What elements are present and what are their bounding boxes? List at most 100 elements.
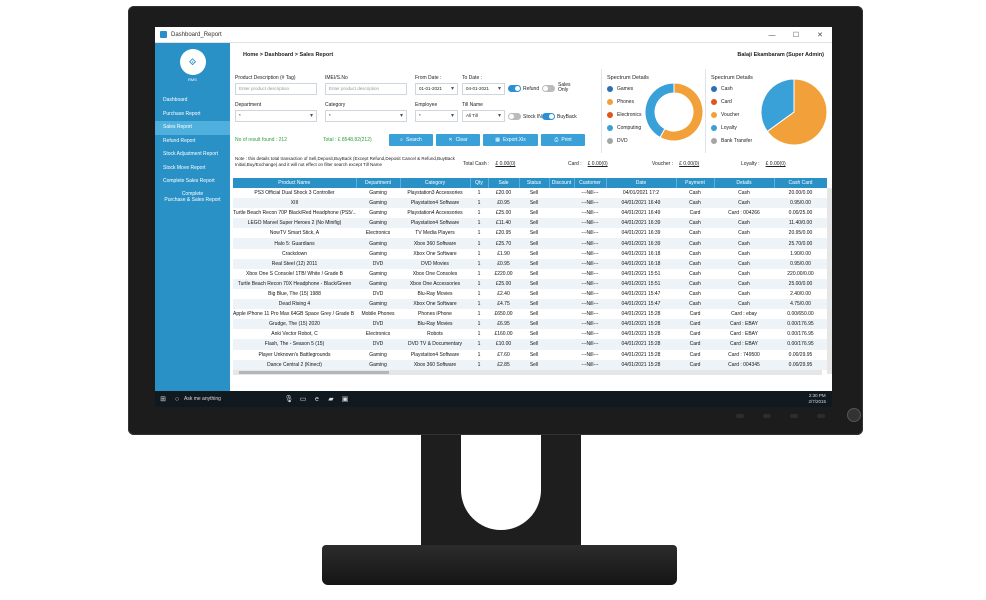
cell-sale: £0.95	[488, 198, 519, 209]
imei-input[interactable]: Enter product description	[325, 83, 407, 95]
sidebar-item-purchase-report[interactable]: Purchase Report	[155, 108, 230, 122]
column-header[interactable]: Category	[400, 178, 471, 188]
power-button[interactable]	[847, 408, 861, 422]
windows-start-icon[interactable]: ⊞	[158, 394, 168, 404]
department-select[interactable]: *	[235, 110, 317, 122]
column-header[interactable]: Discount	[549, 178, 575, 188]
cell-sale: £0.95	[488, 258, 519, 269]
sidebar-item-sales-report[interactable]: Sales Report	[155, 121, 230, 135]
buyback-toggle[interactable]	[542, 113, 555, 120]
cell-category: Xbox 360 Software	[400, 359, 470, 370]
table-row[interactable]: Turtle Beach Recon 70X Headphone - Black…	[233, 278, 827, 289]
edge-icon[interactable]: e	[312, 394, 322, 404]
column-header[interactable]: Payment	[676, 178, 715, 188]
column-header[interactable]: Date	[606, 178, 677, 188]
column-header[interactable]: Details	[714, 178, 775, 188]
employee-select[interactable]: *	[415, 110, 458, 122]
table-row[interactable]: Big Blue, The (15) 1988 DVD Blu-Ray Movies…	[233, 289, 827, 299]
table-row[interactable]: Crackdown Gaming Xbox One Software 1 £1.90 Se…	[233, 249, 827, 259]
monitor-button[interactable]	[736, 414, 744, 418]
clear-button[interactable]: ✕ Clear	[436, 134, 480, 146]
table-row[interactable]: Anki Vector Robot, C Electronics Robots 1 £1…	[233, 329, 827, 339]
column-header[interactable]: Cash Card	[774, 178, 827, 188]
spectrum-title-payment: Spectrum Details	[711, 75, 753, 81]
cell-product: Dead Rising 4	[233, 299, 356, 310]
sidebar-item-stock-adjustment-report[interactable]: Stock Adjustment Report	[155, 148, 230, 162]
table-row[interactable]: LEGO Marvel Super Heroes 2 (No Minifig) G…	[233, 218, 827, 229]
close-button[interactable]: ✕	[808, 27, 832, 43]
sidebar-item-complete-sales-report[interactable]: Complete Sales Report	[155, 175, 230, 189]
table-row[interactable]: Dance Central 2 (Kinect) Gaming Xbox 360 S…	[233, 359, 827, 370]
column-header[interactable]: Status	[519, 178, 550, 188]
search-button[interactable]: ⌕ Search	[389, 134, 433, 146]
sales-only-toggle[interactable]	[542, 85, 555, 92]
export-button[interactable]: ▦ Export.Xls	[483, 134, 538, 146]
cell-product: Player Unknown's Battlegrounds	[258, 351, 331, 358]
to-date-input[interactable]: 04-01-2021	[462, 83, 505, 95]
stock-in-toggle[interactable]	[508, 113, 521, 120]
task-view-icon[interactable]: ▭	[298, 394, 308, 404]
cell-status: Sell	[529, 331, 539, 338]
sidebar-item-dashboard[interactable]: Dashboard	[155, 94, 230, 108]
table-row[interactable]: Real Steel (12) 2011 DVD DVD Movies 1 £0.95 S…	[233, 258, 827, 269]
product-input[interactable]: Enter product description	[235, 83, 317, 95]
column-header[interactable]: Department	[356, 178, 401, 188]
cell-customer: ---Nill---	[581, 270, 599, 277]
sidebar-item-refund-report[interactable]: Refund Report	[155, 135, 230, 149]
table-row[interactable]: Player Unknown's Battlegrounds Gaming Play…	[233, 350, 827, 360]
table-row[interactable]: Flash, The - Season 5 (15) DVD DVD TV & Do…	[233, 339, 827, 350]
print-button[interactable]: ⎙ Print	[541, 134, 585, 146]
monitor-button[interactable]	[763, 414, 771, 418]
app-icon	[160, 31, 167, 38]
minimize-button[interactable]: —	[760, 27, 784, 43]
vertical-scrollbar[interactable]	[827, 188, 832, 374]
from-date-input[interactable]: 01-01-2021	[415, 83, 458, 95]
cell-category: Phones iPhone	[418, 311, 452, 318]
taskbar-search[interactable]: Ask me anything	[184, 396, 274, 402]
cell-category: Xbox One Software	[400, 299, 470, 310]
till-select[interactable]: All Till	[462, 110, 505, 122]
cell-discount	[549, 359, 574, 370]
table-row[interactable]: Halo 5: Guardians Gaming Xbox 360 Software…	[233, 238, 827, 249]
sidebar-item-stock-move-report[interactable]: Stock Move Report	[155, 162, 230, 176]
table-row[interactable]: XIII Gaming Playstation4 Software 1 £0.95 Sel…	[233, 198, 827, 209]
refund-toggle[interactable]	[508, 85, 521, 92]
column-header[interactable]: Qty	[470, 178, 489, 188]
cell-date: 04/01/2021 15:28	[621, 311, 661, 318]
file-explorer-icon[interactable]: ▰	[326, 394, 336, 404]
cell-details: Cash	[738, 230, 750, 237]
column-header[interactable]: Customer	[574, 178, 607, 188]
maximize-button[interactable]: ☐	[784, 27, 808, 43]
cell-qty: 1	[470, 258, 488, 269]
search-circle-icon[interactable]: ○	[172, 394, 182, 404]
cell-cash-card: 20.00/0.00	[788, 190, 813, 197]
category-select[interactable]: *	[325, 110, 407, 122]
cell-customer: ---Nill---	[581, 351, 599, 358]
table-row[interactable]: Xbox One S Console/ 1TB/ White / Grade B…	[233, 269, 827, 279]
total-cash-value: £ 0.00(0)	[495, 161, 516, 167]
results-total: Total : £ 8548.82(212)	[323, 137, 372, 143]
cell-status: Sell	[529, 250, 539, 257]
monitor-button[interactable]	[817, 414, 825, 418]
scrollbar-thumb[interactable]	[239, 371, 389, 374]
table-row[interactable]: Dead Rising 4 Gaming Xbox One Software 1 £4.…	[233, 299, 827, 310]
horizontal-scrollbar[interactable]	[233, 370, 822, 375]
cell-date: 04/01/2021 17:2	[622, 190, 660, 197]
table-row[interactable]: NowTV Smart Stick, A Electronics TV Media …	[233, 228, 827, 238]
microphone-icon[interactable]: 🎙	[284, 394, 294, 404]
sidebar-item-complete-purchase-sales-report[interactable]: Complete Purchase & Sales Report	[155, 189, 230, 205]
table-row[interactable]: Apple iPhone 11 Pro Max 64GB Space Grey …	[233, 309, 827, 319]
table-row[interactable]: Grudge, The (15) 2020 DVD Blu-Ray Movies 1 £…	[233, 319, 827, 330]
store-icon[interactable]: ▣	[340, 394, 350, 404]
logo-text: RMS	[188, 77, 197, 82]
table-row[interactable]: Turtle Beach Recon 70P Black/Red Headpho…	[233, 208, 827, 218]
cell-department: Gaming	[369, 190, 387, 197]
table-row[interactable]: PS3 Official Dual Shock 3 Controller Gami…	[233, 188, 827, 198]
monitor-button[interactable]	[790, 414, 798, 418]
column-header[interactable]: Sale	[488, 178, 520, 188]
cell-department: Gaming	[369, 270, 387, 277]
taskbar-clock[interactable]: 2:30 PM 2/7/2015	[808, 393, 826, 405]
column-header[interactable]: Product Name	[233, 178, 357, 188]
cell-details: Cash	[738, 290, 750, 297]
legend-label: Cash	[721, 86, 733, 92]
